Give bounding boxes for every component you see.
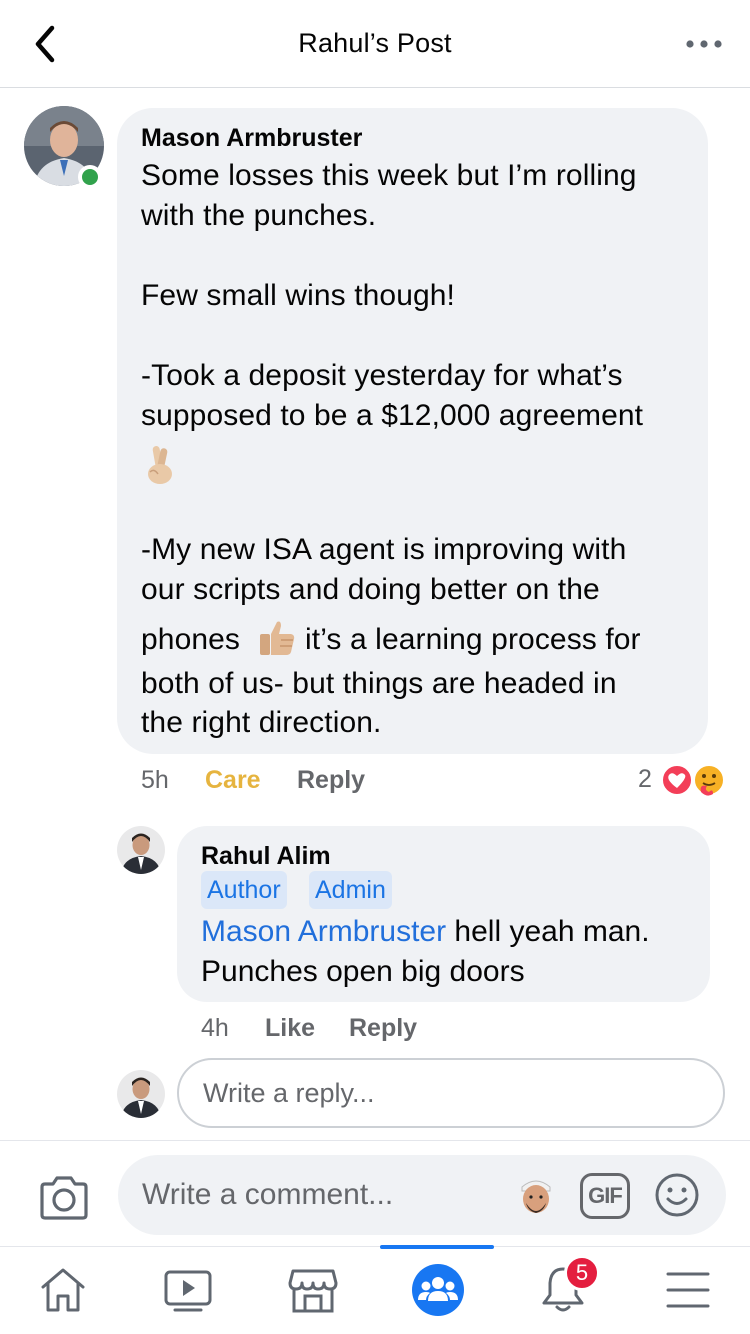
avatar-sticker-button[interactable] [516, 1173, 556, 1219]
nav-home[interactable] [0, 1247, 125, 1334]
home-icon [41, 1268, 84, 1312]
comment-text-line: Few small wins though! [141, 279, 455, 312]
marketplace-icon [288, 1269, 337, 1313]
write-comment-input[interactable] [118, 1155, 498, 1235]
watch-icon [164, 1270, 211, 1312]
comment-text-line: our scripts and doing better on the [141, 573, 600, 606]
gif-button[interactable]: GIF [580, 1173, 630, 1219]
reply-author-name[interactable]: Rahul Alim [201, 842, 331, 871]
write-comment-field[interactable]: GIF [118, 1155, 726, 1235]
groups-icon [411, 1264, 464, 1316]
menu-icon [666, 1272, 709, 1308]
nav-watch[interactable] [125, 1247, 250, 1334]
more-options-button[interactable] [684, 30, 724, 58]
crossed-fingers-emoji-icon [144, 444, 176, 491]
avatar-sticker-icon [521, 1180, 551, 1213]
notification-count-badge: 5 [564, 1255, 600, 1291]
write-reply-input[interactable] [179, 1060, 723, 1126]
camera-button[interactable] [38, 1175, 90, 1221]
avatar-rahul[interactable] [117, 826, 165, 874]
love-reaction-icon [661, 764, 693, 796]
nav-menu[interactable] [625, 1247, 750, 1334]
top-bar: Rahul’s Post [0, 0, 750, 88]
reply-button[interactable]: Reply [297, 766, 365, 795]
page-title: Rahul’s Post [298, 28, 452, 58]
camera-icon [40, 1176, 88, 1220]
comment-timestamp[interactable]: 5h [141, 766, 169, 795]
comment-text-line: both of us- but things are headed in [141, 667, 617, 700]
write-reply-field[interactable] [177, 1058, 725, 1128]
like-button[interactable]: Like [265, 1014, 315, 1043]
comment-author-name[interactable]: Mason Armbruster [141, 124, 362, 153]
comment-text-line: with the punches. [141, 199, 377, 232]
reply-text-line2: Punches open big doors [201, 955, 525, 988]
reply-timestamp[interactable]: 4h [201, 1014, 229, 1043]
nav-marketplace[interactable] [250, 1247, 375, 1334]
comment-text-line: Some losses this week but I’m rolling [141, 159, 637, 192]
admin-badge: Admin [309, 871, 392, 909]
bottom-navigation: 5 [0, 1245, 750, 1334]
comment-text-line: -Took a deposit yesterday for what’s [141, 359, 623, 392]
reply-to-reply-button[interactable]: Reply [349, 1014, 417, 1043]
reaction-count[interactable]: 2 [638, 765, 652, 794]
reply-text-content: hell yeah man. [446, 915, 650, 948]
comment-text-line: the right direction. [141, 706, 382, 739]
mention-link[interactable]: Mason Armbruster [201, 915, 446, 948]
nav-groups[interactable] [375, 1247, 500, 1334]
comment-composer-bar: GIF [0, 1140, 750, 1246]
smiley-icon [655, 1173, 699, 1217]
comment-text-line: supposed to be a $12,000 agreement [141, 399, 644, 432]
online-status-indicator [78, 165, 102, 189]
thumbs-up-emoji-icon [257, 618, 297, 663]
nav-notifications[interactable] [500, 1247, 625, 1334]
author-badge: Author [201, 871, 287, 909]
comment-text-line: it’s a learning process for [305, 623, 641, 656]
reply-text: Mason Armbruster hell yeah man. Punches o… [201, 912, 701, 992]
emoji-button[interactable] [654, 1172, 700, 1218]
current-user-avatar [117, 1070, 165, 1118]
comment-text-line: phones [141, 623, 241, 656]
more-icon [686, 40, 722, 48]
care-reaction-button[interactable]: Care [205, 766, 261, 795]
care-reaction-icon [691, 762, 727, 798]
comment-text-line: -My new ISA agent is improving with [141, 533, 627, 566]
